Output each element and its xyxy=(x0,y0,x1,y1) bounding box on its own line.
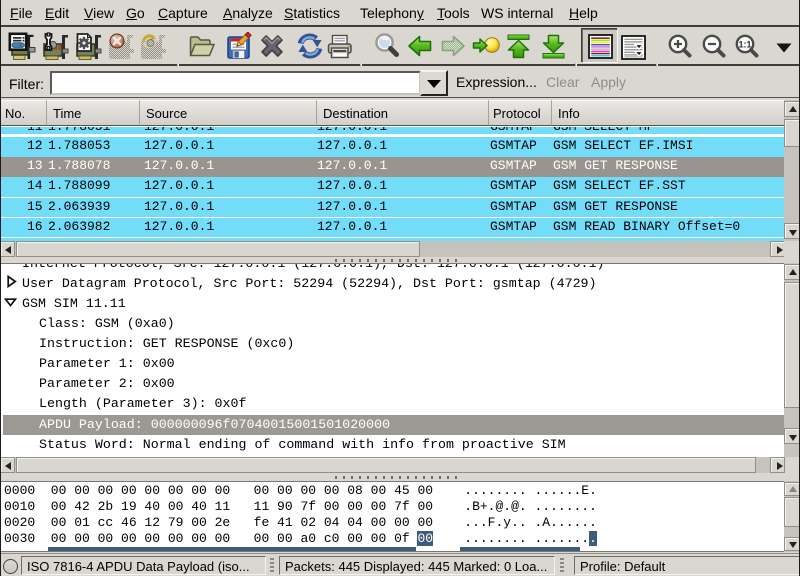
svg-text:1:1: 1:1 xyxy=(738,40,751,50)
